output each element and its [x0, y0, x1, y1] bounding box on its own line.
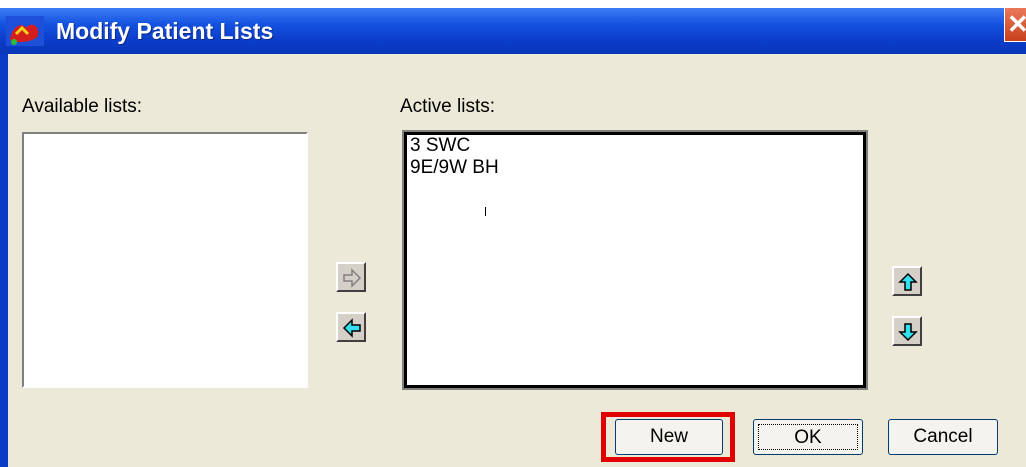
move-down-button[interactable] — [892, 316, 922, 346]
arrow-down-icon — [898, 323, 918, 342]
title-bar[interactable]: Modify Patient Lists ✕ — [0, 8, 1026, 54]
arrow-up-icon — [898, 272, 918, 291]
remove-list-button[interactable] — [336, 312, 366, 342]
arrow-left-icon — [342, 318, 361, 338]
add-list-button[interactable] — [336, 262, 366, 292]
available-lists-listbox[interactable] — [22, 132, 308, 388]
new-button[interactable]: New — [615, 419, 723, 455]
arrow-right-icon — [343, 268, 362, 288]
cropped-caption — [0, 0, 1026, 8]
app-icon — [6, 16, 44, 46]
dialog-body: Available lists: Active lists: 3 SWC 9E/… — [8, 54, 1026, 467]
active-lists-label: Active lists: — [400, 96, 496, 117]
active-lists-listbox[interactable]: 3 SWC 9E/9W BH — [402, 130, 868, 390]
close-icon: ✕ — [1007, 9, 1026, 39]
ok-button-label: OK — [758, 424, 858, 450]
active-list-item[interactable]: 3 SWC — [407, 135, 863, 157]
modify-patient-lists-dialog: Modify Patient Lists ✕ Available lists: … — [0, 8, 1026, 467]
cancel-button[interactable]: Cancel — [888, 419, 998, 455]
active-list-item[interactable]: 9E/9W BH — [407, 157, 863, 179]
text-cursor — [485, 207, 486, 216]
close-button[interactable]: ✕ — [1004, 8, 1026, 42]
available-lists-label: Available lists: — [22, 96, 143, 117]
window-title: Modify Patient Lists — [56, 18, 274, 44]
move-up-button[interactable] — [892, 266, 922, 296]
ok-button[interactable]: OK — [753, 419, 863, 455]
